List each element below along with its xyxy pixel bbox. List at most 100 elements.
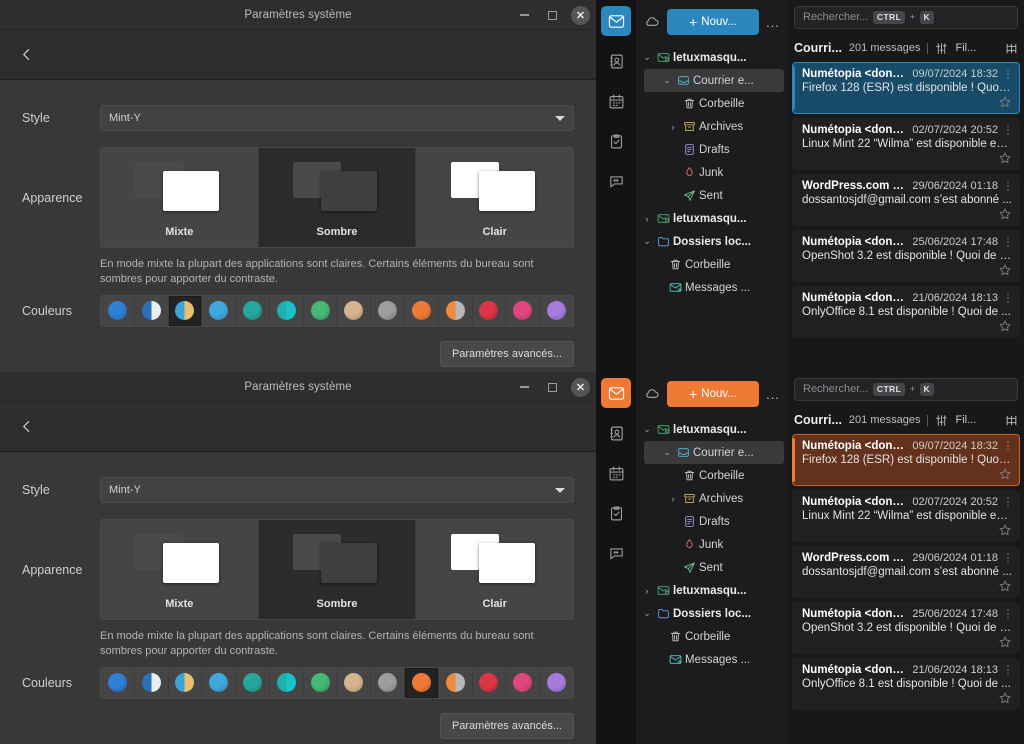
compose-button[interactable]: + Nouv... [667,381,759,407]
color-swatch-1[interactable] [133,295,168,326]
color-swatch-2[interactable] [167,295,202,326]
rail-calendar-icon[interactable] [601,86,631,116]
rail-tasks-icon[interactable] [601,126,631,156]
close-button[interactable]: ✕ [571,5,590,25]
color-swatch-8[interactable] [370,667,405,698]
maximize-button[interactable] [539,374,565,400]
folder-item-3[interactable]: › Archives [636,487,788,510]
folder-item-10[interactable]: Messages ... [636,276,788,299]
sliders-icon[interactable] [935,414,948,427]
message-menu-icon[interactable]: ⋮ [1003,126,1013,136]
message-menu-icon[interactable]: ⋮ [1003,610,1013,620]
color-swatch-4[interactable] [235,667,269,698]
message-menu-icon[interactable]: ⋮ [1003,554,1013,564]
chevron-right-icon[interactable]: › [666,122,680,132]
message-row[interactable]: Numétopia <donot... 25/06/2024 17:48 ⋮ Open… [792,602,1020,654]
message-star-icon[interactable] [802,151,1012,167]
appearance-option-clair[interactable]: Clair [415,148,573,247]
folder-item-0[interactable]: ⌄ letuxmasqu... [636,418,788,441]
color-swatch-4[interactable] [235,295,269,326]
message-row[interactable]: WordPress.com <d... 29/06/2024 01:18 ⋮ doss… [792,546,1020,598]
rail-chat-icon[interactable] [601,166,631,196]
color-swatch-5[interactable] [268,295,303,326]
message-star-icon[interactable] [802,635,1012,651]
color-swatch-6[interactable] [302,295,337,326]
advanced-settings-button[interactable]: Paramètres avancés... [439,712,574,739]
message-row[interactable]: Numétopia <donot... 09/07/2024 18:32 ⋮ Fire… [792,434,1020,486]
message-row[interactable]: Numétopia <donot... 21/06/2024 18:13 ⋮ Only… [792,658,1020,710]
columns-icon[interactable] [1005,414,1018,427]
rail-address-book-icon[interactable] [601,46,631,76]
maximize-button[interactable] [539,2,565,28]
more-options-button[interactable]: ... [764,387,782,402]
color-swatch-8[interactable] [370,295,405,326]
message-row[interactable]: Numétopia <donot... 02/07/2024 20:52 ⋮ Linu… [792,118,1020,170]
message-menu-icon[interactable]: ⋮ [1003,442,1013,452]
filter-label[interactable]: Fil... [955,42,976,54]
color-swatch-5[interactable] [268,667,303,698]
chevron-down-icon[interactable]: ⌄ [640,424,654,435]
appearance-option-mixte[interactable]: Mixte [101,520,258,619]
folder-item-10[interactable]: Messages ... [636,648,788,671]
compose-button[interactable]: + Nouv... [667,9,759,35]
search-input[interactable]: Rechercher... CTRL + K [794,377,1018,401]
more-options-button[interactable]: ... [764,15,782,30]
advanced-settings-button[interactable]: Paramètres avancés... [439,340,574,367]
color-swatch-13[interactable] [539,667,573,698]
message-menu-icon[interactable]: ⋮ [1003,182,1013,192]
message-list[interactable]: Numétopia <donot... 09/07/2024 18:32 ⋮ Fire… [788,62,1024,372]
message-menu-icon[interactable]: ⋮ [1003,498,1013,508]
color-swatch-7[interactable] [336,295,371,326]
message-star-icon[interactable] [802,691,1012,707]
color-swatch-12[interactable] [505,295,540,326]
color-swatch-0[interactable] [101,667,134,698]
chevron-down-icon[interactable]: ⌄ [640,52,654,63]
message-row[interactable]: WordPress.com <d... 29/06/2024 01:18 ⋮ doss… [792,174,1020,226]
close-button[interactable]: ✕ [571,377,590,397]
folder-item-1[interactable]: ⌄ Courrier e... [644,69,784,92]
color-swatch-6[interactable] [302,667,337,698]
message-row[interactable]: Numétopia <donot... 09/07/2024 18:32 ⋮ Fire… [792,62,1020,114]
message-row[interactable]: Numétopia <donot... 21/06/2024 18:13 ⋮ Only… [792,286,1020,338]
color-swatch-11[interactable] [471,295,506,326]
folder-item-8[interactable]: ⌄ Dossiers loc... [636,602,788,625]
appearance-option-mixte[interactable]: Mixte [101,148,258,247]
folder-item-0[interactable]: ⌄ letuxmasqu... [636,46,788,69]
chevron-down-icon[interactable]: ⌄ [660,75,674,86]
message-menu-icon[interactable]: ⋮ [1003,294,1013,304]
color-swatch-12[interactable] [505,667,540,698]
color-swatch-11[interactable] [471,667,506,698]
folder-item-4[interactable]: Drafts [636,138,788,161]
appearance-option-sombre[interactable]: Sombre [257,148,416,247]
color-swatch-0[interactable] [101,295,134,326]
message-menu-icon[interactable]: ⋮ [1003,666,1013,676]
search-input[interactable]: Rechercher... CTRL + K [794,5,1018,29]
rail-tasks-icon[interactable] [601,498,631,528]
chevron-down-icon[interactable]: ⌄ [640,608,654,619]
folder-item-7[interactable]: › letuxmasqu... [636,207,788,230]
folder-item-2[interactable]: Corbeille [636,464,788,487]
folder-item-6[interactable]: Sent [636,556,788,579]
color-swatch-3[interactable] [201,667,236,698]
message-star-icon[interactable] [802,579,1012,595]
rail-calendar-icon[interactable] [601,458,631,488]
folder-item-7[interactable]: › letuxmasqu... [636,579,788,602]
message-star-icon[interactable] [802,207,1012,223]
cloud-icon[interactable] [642,384,662,404]
message-row[interactable]: Numétopia <donot... 25/06/2024 17:48 ⋮ Open… [792,230,1020,282]
message-star-icon[interactable] [802,95,1012,111]
folder-item-9[interactable]: Corbeille [636,625,788,648]
minimize-button[interactable] [511,374,537,400]
message-star-icon[interactable] [802,319,1012,335]
color-swatch-13[interactable] [539,295,573,326]
rail-chat-icon[interactable] [601,538,631,568]
chevron-down-icon[interactable]: ⌄ [660,447,674,458]
chevron-right-icon[interactable]: › [666,494,680,504]
chevron-right-icon[interactable]: › [640,214,654,224]
filter-label[interactable]: Fil... [955,414,976,426]
message-star-icon[interactable] [802,467,1012,483]
message-star-icon[interactable] [802,523,1012,539]
appearance-option-clair[interactable]: Clair [415,520,573,619]
rail-address-book-icon[interactable] [601,418,631,448]
folder-item-8[interactable]: ⌄ Dossiers loc... [636,230,788,253]
